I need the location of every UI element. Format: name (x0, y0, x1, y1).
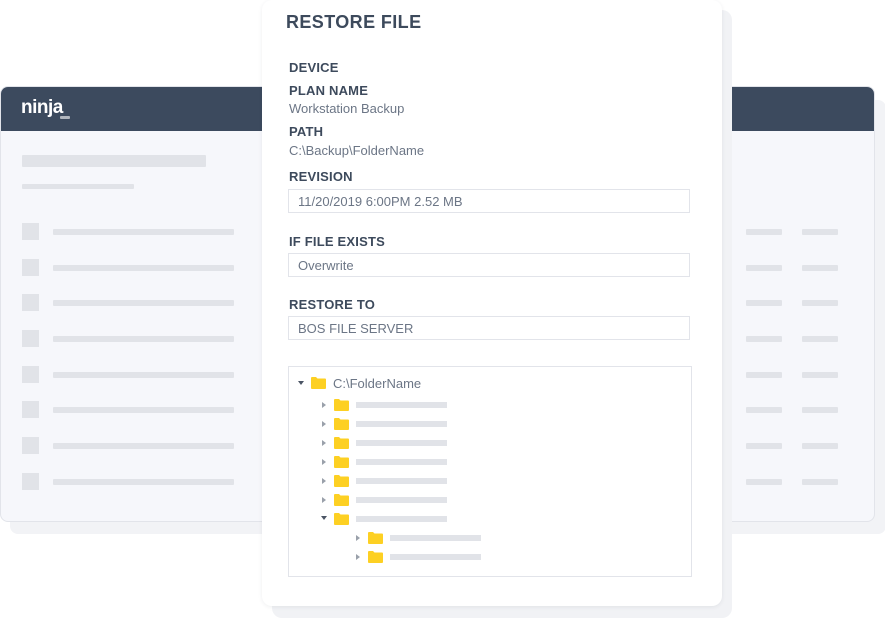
placeholder-cell (802, 443, 838, 449)
placeholder-cell (746, 479, 782, 485)
device-label: DEVICE (289, 60, 339, 75)
caret-right-icon[interactable] (322, 421, 326, 427)
placeholder-cell (746, 336, 782, 342)
placeholder-cell (746, 372, 782, 378)
if-file-exists-select-value: Overwrite (298, 258, 354, 273)
path-value: C:\Backup\FolderName (289, 143, 425, 158)
restore-file-dialog: RESTORE FILE DEVICE PLAN NAME Workstatio… (262, 0, 722, 606)
placeholder-cell (746, 300, 782, 306)
path-label: PATH (289, 124, 324, 139)
tree-item-placeholder[interactable] (356, 516, 447, 522)
folder-icon (334, 513, 349, 525)
placeholder-row-icon (22, 401, 39, 418)
placeholder-row-line (53, 372, 234, 378)
placeholder-row-line (53, 229, 234, 235)
dialog-title: RESTORE FILE (286, 12, 422, 32)
placeholder-row-icon (22, 330, 39, 347)
plan-name-value: Workstation Backup (289, 101, 405, 116)
logo-text: ninja (21, 97, 63, 118)
caret-right-icon[interactable] (322, 497, 326, 503)
placeholder-row-icon (22, 473, 39, 490)
if-file-exists-label: IF FILE EXISTS (289, 234, 385, 249)
placeholder-cell (802, 479, 838, 485)
folder-icon (334, 418, 349, 430)
tree-item-placeholder[interactable] (390, 535, 481, 541)
caret-down-icon[interactable] (321, 516, 327, 520)
placeholder-row-icon (22, 294, 39, 311)
caret-down-icon[interactable] (298, 381, 304, 385)
tree-item-placeholder[interactable] (356, 440, 447, 446)
caret-right-icon[interactable] (356, 535, 360, 541)
placeholder-title (22, 155, 206, 167)
caret-right-icon[interactable] (322, 478, 326, 484)
folder-icon (334, 456, 349, 468)
revision-select[interactable]: 11/20/2019 6:00PM 2.52 MB (288, 189, 690, 213)
placeholder-row-icon (22, 259, 39, 276)
folder-icon (334, 494, 349, 506)
caret-right-icon[interactable] (322, 402, 326, 408)
tree-item-placeholder[interactable] (356, 421, 447, 427)
ninja-logo: ninja (21, 97, 75, 123)
placeholder-cell (746, 407, 782, 413)
placeholder-cell (802, 229, 838, 235)
folder-icon (334, 437, 349, 449)
folder-icon (368, 551, 383, 563)
placeholder-row-line (53, 300, 234, 306)
folder-icon (334, 475, 349, 487)
placeholder-row-icon (22, 437, 39, 454)
placeholder-cell (802, 336, 838, 342)
placeholder-subtitle (22, 184, 134, 189)
placeholder-cell (746, 229, 782, 235)
tree-item-placeholder[interactable] (356, 497, 447, 503)
placeholder-cell (802, 300, 838, 306)
caret-right-icon[interactable] (356, 554, 360, 560)
placeholder-row-line (53, 407, 234, 413)
folder-icon (334, 399, 349, 411)
placeholder-row-icon (22, 223, 39, 240)
caret-right-icon[interactable] (322, 459, 326, 465)
tree-root-label[interactable]: C:\FolderName (333, 376, 421, 391)
placeholder-row-line (53, 443, 234, 449)
restore-to-label: RESTORE TO (289, 297, 376, 312)
plan-name-label: PLAN NAME (289, 83, 369, 98)
folder-icon (368, 532, 383, 544)
restore-to-select[interactable]: BOS FILE SERVER (288, 316, 690, 340)
logo-subtext-mark (60, 116, 70, 119)
placeholder-cell (746, 443, 782, 449)
placeholder-row-line (53, 479, 234, 485)
folder-icon (311, 377, 326, 389)
placeholder-cell (802, 372, 838, 378)
tree-item-placeholder[interactable] (356, 459, 447, 465)
placeholder-row-line (53, 336, 234, 342)
placeholder-row-line (53, 265, 234, 271)
placeholder-cell (746, 265, 782, 271)
folder-tree[interactable]: C:\FolderName (288, 366, 692, 577)
placeholder-cell (802, 265, 838, 271)
if-file-exists-select[interactable]: Overwrite (288, 253, 690, 277)
revision-select-value: 11/20/2019 6:00PM 2.52 MB (298, 194, 463, 209)
caret-right-icon[interactable] (322, 440, 326, 446)
placeholder-row-icon (22, 366, 39, 383)
tree-item-placeholder[interactable] (356, 478, 447, 484)
restore-to-select-value: BOS FILE SERVER (298, 321, 414, 336)
tree-item-placeholder[interactable] (356, 402, 447, 408)
revision-label: REVISION (289, 169, 353, 184)
placeholder-cell (802, 407, 838, 413)
tree-item-placeholder[interactable] (390, 554, 481, 560)
